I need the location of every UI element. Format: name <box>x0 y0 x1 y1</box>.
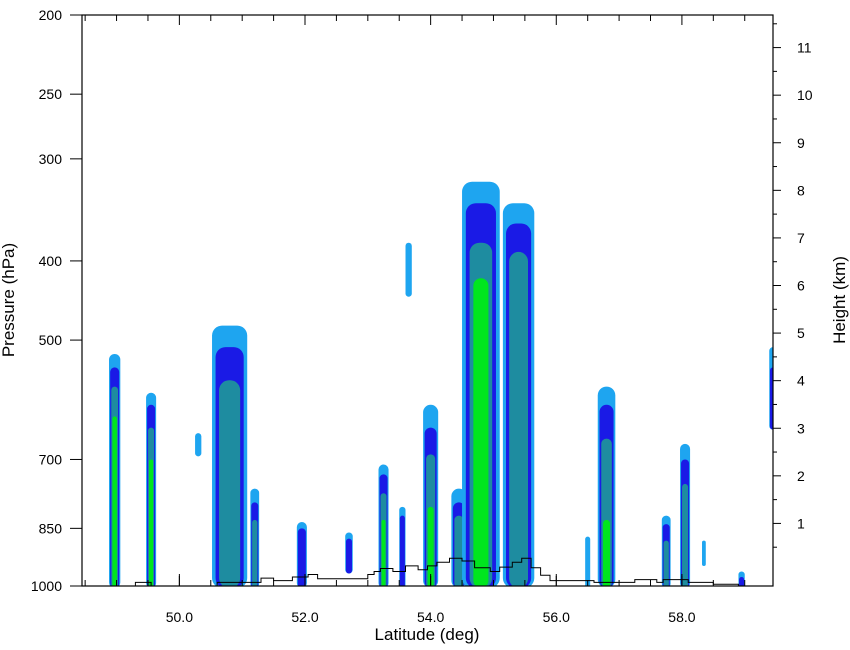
y-axis-left-title: Pressure (hPa) <box>0 243 18 357</box>
contour-level-4 <box>381 519 386 586</box>
y-right-tick-label: 2 <box>797 468 805 484</box>
contour-level-1 <box>702 540 706 567</box>
y-right-tick-label: 6 <box>797 278 805 294</box>
y-left-tick-label: 300 <box>39 151 63 167</box>
convective-cell <box>502 203 535 586</box>
convective-cell <box>109 354 121 586</box>
x-axis-title: Latitude (deg) <box>375 625 480 644</box>
x-tick-label: 54.0 <box>417 609 444 625</box>
contour-level-3 <box>252 519 258 586</box>
convective-cell <box>345 532 353 574</box>
x-tick-label: 52.0 <box>291 609 318 625</box>
convective-cell <box>399 506 406 586</box>
x-tick-label: 50.0 <box>166 609 193 625</box>
convective-cell <box>702 540 706 567</box>
y-right-tick-label: 11 <box>797 40 812 56</box>
y-left-tick-label: 250 <box>39 86 63 102</box>
convective-cell <box>597 386 616 586</box>
y-left-tick-label: 200 <box>39 7 63 23</box>
y-right-tick-label: 10 <box>797 87 813 103</box>
contour-level-3 <box>219 380 241 586</box>
convective-cell <box>195 433 202 457</box>
convective-cell <box>661 515 671 586</box>
convective-cell <box>405 242 412 297</box>
y-right-tick-label: 8 <box>797 182 805 198</box>
convective-cell <box>146 392 157 586</box>
y-right-tick-label: 3 <box>797 420 805 436</box>
contour-level-1 <box>405 242 412 297</box>
y-right-tick-label: 5 <box>797 325 805 341</box>
convective-cell <box>423 404 439 586</box>
contour-level-3 <box>509 251 529 586</box>
y-right-tick-label: 1 <box>797 515 805 531</box>
contour-level-4 <box>603 519 611 586</box>
y-left-tick-label: 850 <box>39 520 63 536</box>
contour-level-4 <box>149 459 154 586</box>
x-tick-label: 56.0 <box>543 609 570 625</box>
y-left-tick-label: 500 <box>39 332 63 348</box>
y-right-tick-label: 7 <box>797 230 805 246</box>
contour-level-4 <box>473 278 489 586</box>
chart: 50.0 52.0 54.0 56.0 58.020025030040050070085… <box>0 7 849 644</box>
x-tick-label: 58.0 <box>668 609 695 625</box>
convective-cell <box>680 443 691 586</box>
contour-level-1 <box>195 433 202 457</box>
y-left-tick-label: 1000 <box>31 578 62 594</box>
contour-level-3 <box>663 540 669 586</box>
y-left-tick-label: 400 <box>39 253 63 269</box>
y-right-tick-label: 4 <box>797 373 805 389</box>
contour-level-3 <box>682 483 689 586</box>
convective-cell <box>462 181 500 586</box>
contour-level-2 <box>399 515 405 586</box>
y-left-tick-label: 700 <box>39 451 63 467</box>
convective-cell <box>212 325 248 586</box>
y-right-tick-label: 9 <box>797 135 805 151</box>
y-axis-right-title: Height (km) <box>830 256 849 344</box>
contour-level-4 <box>112 416 117 586</box>
convective-cell <box>250 488 260 586</box>
contour-level-2 <box>345 538 352 574</box>
